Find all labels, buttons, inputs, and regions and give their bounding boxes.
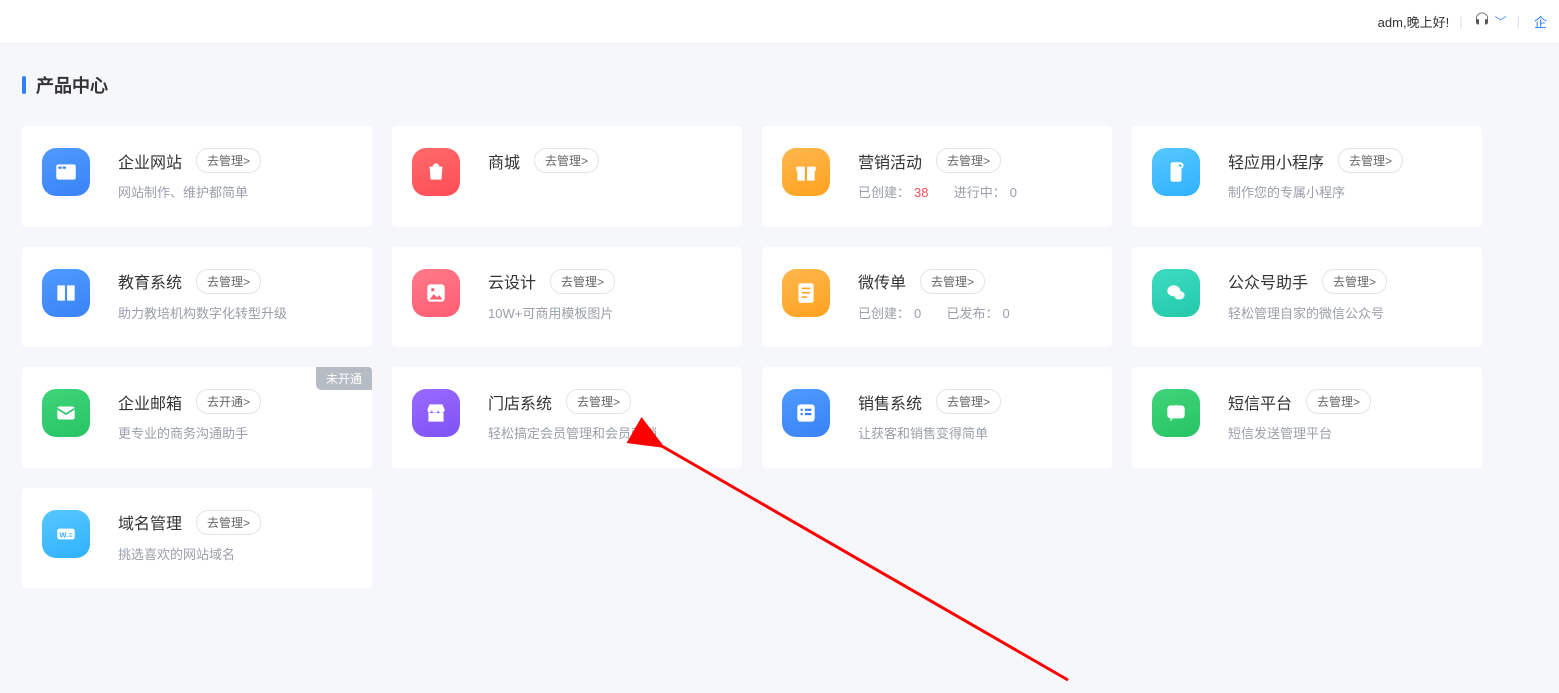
manage-button[interactable]: 去管理> (1338, 148, 1403, 173)
card-title: 企业网站 (118, 149, 182, 173)
card-desc: 10W+可商用模板图片 (488, 304, 722, 324)
list-icon (782, 389, 830, 437)
section-title: 产品中心 (22, 72, 1537, 98)
separator: | (1517, 14, 1520, 29)
card-store[interactable]: 门店系统 去管理> 轻松搞定会员管理和会员营销 (392, 367, 742, 468)
domain-icon: W.≡ (42, 510, 90, 558)
store-icon (412, 389, 460, 437)
card-title: 短信平台 (1228, 390, 1292, 414)
card-desc: 更专业的商务沟通助手 (118, 424, 352, 444)
manage-button[interactable]: 去管理> (566, 389, 631, 414)
support-dropdown[interactable]: ﹀ (1473, 11, 1507, 32)
manage-button[interactable]: 去管理> (1322, 269, 1387, 294)
open-button[interactable]: 去开通> (196, 389, 261, 414)
image-icon (412, 269, 460, 317)
svg-text:W.≡: W.≡ (59, 530, 73, 539)
card-title: 企业邮箱 (118, 390, 182, 414)
card-title: 门店系统 (488, 390, 552, 414)
stat-value: 0 (1003, 306, 1010, 321)
document-icon (782, 269, 830, 317)
manage-button[interactable]: 去管理> (1306, 389, 1371, 414)
phone-link-icon (1152, 148, 1200, 196)
stat-label: 进行中： (954, 185, 1006, 200)
card-marketing[interactable]: 营销活动 去管理> 已创建： 38 进行中： 0 (762, 126, 1112, 227)
manage-button[interactable]: 去管理> (196, 269, 261, 294)
card-desc: 让获客和销售变得简单 (858, 424, 1092, 444)
card-sms[interactable]: 短信平台 去管理> 短信发送管理平台 (1132, 367, 1482, 468)
manage-button[interactable]: 去管理> (196, 148, 261, 173)
card-website[interactable]: 企业网站 去管理> 网站制作、维护都简单 (22, 126, 372, 227)
window-icon (42, 148, 90, 196)
product-grid: 企业网站 去管理> 网站制作、维护都简单 商城 去管理> (22, 126, 1537, 588)
card-miniapp[interactable]: 轻应用小程序 去管理> 制作您的专属小程序 (1132, 126, 1482, 227)
card-title: 教育系统 (118, 269, 182, 293)
card-stats: 已创建： 38 进行中： 0 (858, 183, 1092, 203)
card-sales[interactable]: 销售系统 去管理> 让获客和销售变得简单 (762, 367, 1112, 468)
card-domain[interactable]: W.≡ 域名管理 去管理> 挑选喜欢的网站域名 (22, 488, 372, 589)
card-title: 营销活动 (858, 149, 922, 173)
page-content: 产品中心 企业网站 去管理> 网站制作、维护都简单 商城 (0, 44, 1559, 628)
card-desc: 助力教培机构数字化转型升级 (118, 304, 352, 324)
card-education[interactable]: 教育系统 去管理> 助力教培机构数字化转型升级 (22, 247, 372, 348)
manage-button[interactable]: 去管理> (550, 269, 615, 294)
card-desc: 挑选喜欢的网站域名 (118, 545, 352, 565)
card-desc: 短信发送管理平台 (1228, 424, 1462, 444)
section-title-text: 产品中心 (36, 72, 108, 98)
card-title: 公众号助手 (1228, 269, 1308, 293)
card-wechat[interactable]: 公众号助手 去管理> 轻松管理自家的微信公众号 (1132, 247, 1482, 348)
headset-icon (1473, 11, 1491, 32)
book-icon (42, 269, 90, 317)
manage-button[interactable]: 去管理> (534, 148, 599, 173)
separator: | (1459, 14, 1462, 29)
shopping-bag-icon (412, 148, 460, 196)
card-desc: 轻松搞定会员管理和会员营销 (488, 424, 722, 444)
card-title: 云设计 (488, 269, 536, 293)
card-title: 域名管理 (118, 510, 182, 534)
card-title: 销售系统 (858, 390, 922, 414)
card-mall[interactable]: 商城 去管理> (392, 126, 742, 227)
stat-label: 已发布： (947, 306, 999, 321)
chevron-down-icon: ﹀ (1495, 13, 1507, 30)
card-title: 微传单 (858, 269, 906, 293)
card-desc: 制作您的专属小程序 (1228, 183, 1462, 203)
stat-label: 已创建： (858, 185, 910, 200)
card-title: 商城 (488, 149, 520, 173)
manage-button[interactable]: 去管理> (936, 389, 1001, 414)
wechat-icon (1152, 269, 1200, 317)
stat-value: 38 (914, 185, 928, 200)
manage-button[interactable]: 去管理> (936, 148, 1001, 173)
message-icon (1152, 389, 1200, 437)
top-header: adm,晚上好! | ﹀ | 企 (0, 0, 1559, 44)
card-stats: 已创建： 0 已发布： 0 (858, 304, 1092, 324)
card-design[interactable]: 云设计 去管理> 10W+可商用模板图片 (392, 247, 742, 348)
manage-button[interactable]: 去管理> (920, 269, 985, 294)
card-mailbox[interactable]: 未开通 企业邮箱 去开通> 更专业的商务沟通助手 (22, 367, 372, 468)
card-title: 轻应用小程序 (1228, 149, 1324, 173)
stat-label: 已创建： (858, 306, 910, 321)
card-desc: 网站制作、维护都简单 (118, 183, 352, 203)
company-switch-link[interactable]: 企 (1534, 12, 1547, 31)
stat-value: 0 (914, 306, 921, 321)
unopened-badge: 未开通 (316, 367, 372, 390)
card-desc: 轻松管理自家的微信公众号 (1228, 304, 1462, 324)
stat-value: 0 (1010, 185, 1017, 200)
gift-icon (782, 148, 830, 196)
card-flyer[interactable]: 微传单 去管理> 已创建： 0 已发布： 0 (762, 247, 1112, 348)
manage-button[interactable]: 去管理> (196, 510, 261, 535)
greeting-text: adm,晚上好! (1378, 12, 1450, 31)
envelope-icon (42, 389, 90, 437)
